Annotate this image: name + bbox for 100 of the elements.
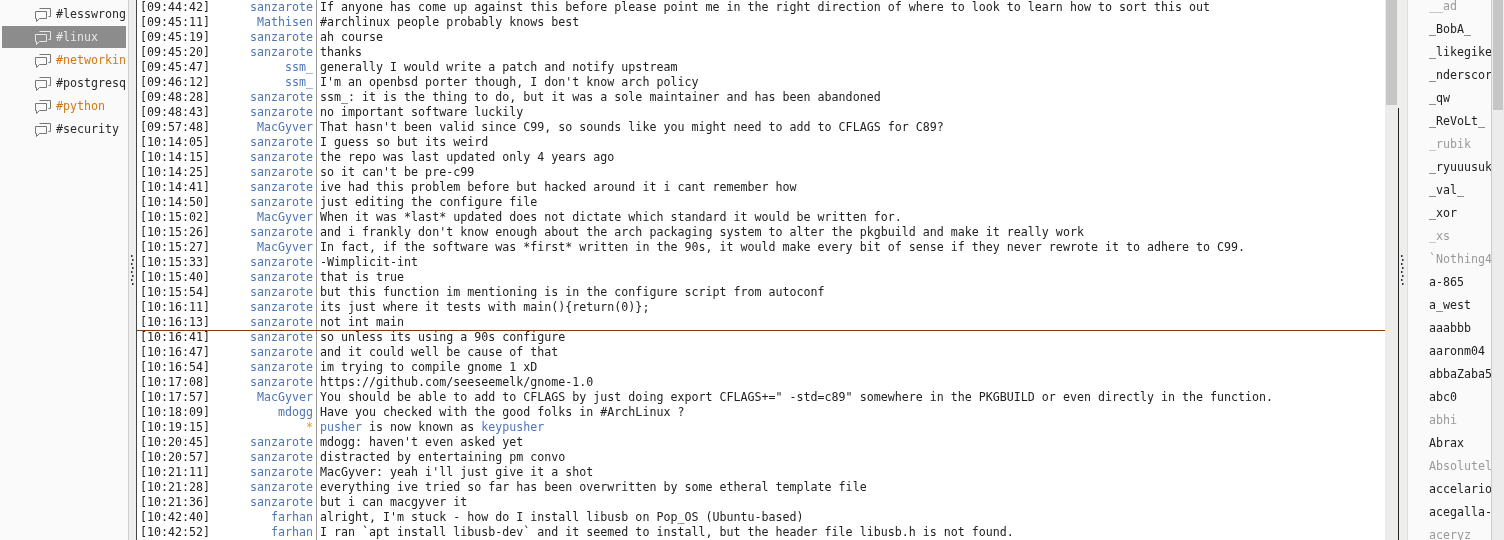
scrollbar-thumb[interactable] [1386, 0, 1397, 105]
nickname: sanzarote [249, 135, 313, 150]
message-text: not int main [320, 315, 405, 329]
timestamp: [10:42:40] [140, 510, 211, 525]
user-item[interactable]: abc0 [1429, 390, 1458, 404]
chat-bubbles-icon [35, 121, 51, 137]
timestamp: [10:16:41] [140, 330, 211, 345]
timestamp: [10:20:45] [140, 435, 211, 450]
user-item[interactable]: acegalla- [1429, 505, 1491, 519]
message-text: the repo was last updated only 4 years ago [320, 150, 615, 164]
message-text: https://github.com/seeseemelk/gnome-1.0 [320, 375, 594, 389]
user-item[interactable]: accelario [1429, 482, 1491, 496]
timestamp: [10:15:40] [140, 270, 211, 285]
nickname: sanzarote [249, 285, 313, 300]
nickname: sanzarote [249, 435, 313, 450]
timestamp: [09:45:47] [140, 60, 211, 75]
nickname: mdogg [277, 405, 313, 420]
timestamp: [10:15:54] [140, 285, 211, 300]
nickname: sanzarote [249, 150, 313, 165]
nickname: MacGyver [256, 390, 313, 405]
timestamp: [09:45:20] [140, 45, 211, 60]
nickname: farhan [270, 510, 313, 525]
nickname: sanzarote [249, 480, 313, 495]
timestamp: [10:17:08] [140, 375, 211, 390]
nickname: farhan [270, 525, 313, 540]
user-item[interactable]: _ryuuusuk [1429, 160, 1491, 174]
splitter-handle-icon[interactable] [131, 255, 134, 285]
user-item[interactable]: _BobA_ [1429, 22, 1472, 36]
user-item[interactable]: Abrax [1429, 436, 1465, 450]
nickname: MacGyver [256, 240, 313, 255]
message-text: #archlinux people probably knows best [320, 15, 580, 29]
user-item[interactable]: _likegike [1429, 45, 1491, 59]
scrollbar-thumb[interactable] [1493, 0, 1503, 110]
message-text: that is true [320, 270, 405, 284]
timestamp: [10:20:57] [140, 450, 211, 465]
message-text: MacGyver: yeah i'll just give it a shot [320, 465, 594, 479]
user-item[interactable]: _nderscor [1429, 68, 1491, 82]
message-text: In fact, if the software was *first* written in the 90s, it would make every bit of sense if they never rewrote it to adhere to C99. [320, 240, 1246, 254]
timestamp: [10:15:26] [140, 225, 211, 240]
message-text: distracted by entertaining pm convo [320, 450, 566, 464]
timestamp: [10:16:11] [140, 300, 211, 315]
message-text: When it was *last* updated does not dictate which standard it would be written for. [320, 210, 902, 224]
timestamp: [10:19:15] [140, 420, 211, 435]
nickname: ssm_ [284, 75, 313, 90]
nickname: MacGyver [256, 210, 313, 225]
user-item[interactable]: _val_ [1429, 183, 1465, 197]
nickname: sanzarote [249, 255, 313, 270]
nickname: sanzarote [249, 375, 313, 390]
message-text: thanks [320, 45, 363, 59]
nickname: sanzarote [249, 225, 313, 240]
timestamp: [10:15:33] [140, 255, 211, 270]
message-text: just editing the configure file [320, 195, 538, 209]
chat-bubbles-icon [35, 6, 51, 22]
user-item[interactable]: a_west [1429, 298, 1472, 312]
message-text: so unless its using a 90s configure [320, 330, 566, 344]
message-text: Have you checked with the good folks in #ArchLinux ? [320, 405, 685, 419]
timestamp: [10:14:25] [140, 165, 211, 180]
nickname: sanzarote [249, 465, 313, 480]
nickname: sanzarote [249, 45, 313, 60]
user-item[interactable]: a-865 [1429, 275, 1465, 289]
message-text: I guess so but its weird [320, 135, 489, 149]
chat-bubbles-icon [35, 75, 51, 91]
timestamp: [09:48:28] [140, 90, 211, 105]
channel-item[interactable]: #lesswrong [2, 3, 126, 25]
message-text: I ran `apt install libusb-dev` and it seemed to install, but the header file libusb.h is not found. [320, 525, 1014, 539]
event-text: is now known as [369, 420, 475, 434]
user-item[interactable]: _qw [1429, 91, 1451, 105]
user-item[interactable]: _ReVoLt_ [1429, 114, 1486, 128]
user-item[interactable]: abbaZaba5 [1429, 367, 1491, 381]
user-item[interactable]: aaronm04 [1429, 344, 1486, 358]
message-text: That hasn't been valid since C99, so sounds like you might need to add to CFLAGS for C89? [320, 120, 944, 134]
nickname: sanzarote [249, 450, 313, 465]
message-text: -Wimplicit-int [320, 255, 419, 269]
timestamp: [10:42:52] [140, 525, 211, 540]
message-text: alright, I'm stuck - how do I install libusb on Pop_OS (Ubuntu-based) [320, 510, 804, 524]
nickname: sanzarote [249, 0, 313, 15]
nickname: sanzarote [249, 270, 313, 285]
timestamp: [10:21:28] [140, 480, 211, 495]
message-text: and it could well be cause of that [320, 345, 559, 359]
event-marker: * [306, 420, 313, 435]
message-text: ive had this problem before but hacked around it i cant remember how [320, 180, 797, 194]
nickname: ssm_ [284, 60, 313, 75]
timestamp: [09:44:42] [140, 0, 211, 15]
timestamp: [10:14:05] [140, 135, 211, 150]
timestamp: [10:15:27] [140, 240, 211, 255]
message-text: You should be able to add to CFLAGS by just doing export CFLAGS+=" -std=c89" somewhere in the PKGBUILD or even directly in the function. [320, 390, 1274, 404]
splitter-handle-icon[interactable] [1401, 255, 1404, 285]
nickname: sanzarote [249, 105, 313, 120]
nickname: sanzarote [249, 165, 313, 180]
channel-item[interactable]: #postgresq [2, 72, 126, 94]
channel-item[interactable]: #security [2, 118, 126, 140]
nickname: sanzarote [249, 195, 313, 210]
user-item[interactable]: _xor [1429, 206, 1458, 220]
message-text: mdogg: haven't even asked yet [320, 435, 524, 449]
message-text: and i frankly don't know enough about the arch packaging system to alter the pkgbuild and make it really work [320, 225, 1084, 239]
timestamp: [09:46:12] [140, 75, 211, 90]
user-item[interactable]: aaabbb [1429, 321, 1472, 335]
timestamp: [09:57:48] [140, 120, 211, 135]
message-text: but this function im mentioning is in the configure script from autoconf [320, 285, 825, 299]
nickname: sanzarote [249, 330, 313, 345]
